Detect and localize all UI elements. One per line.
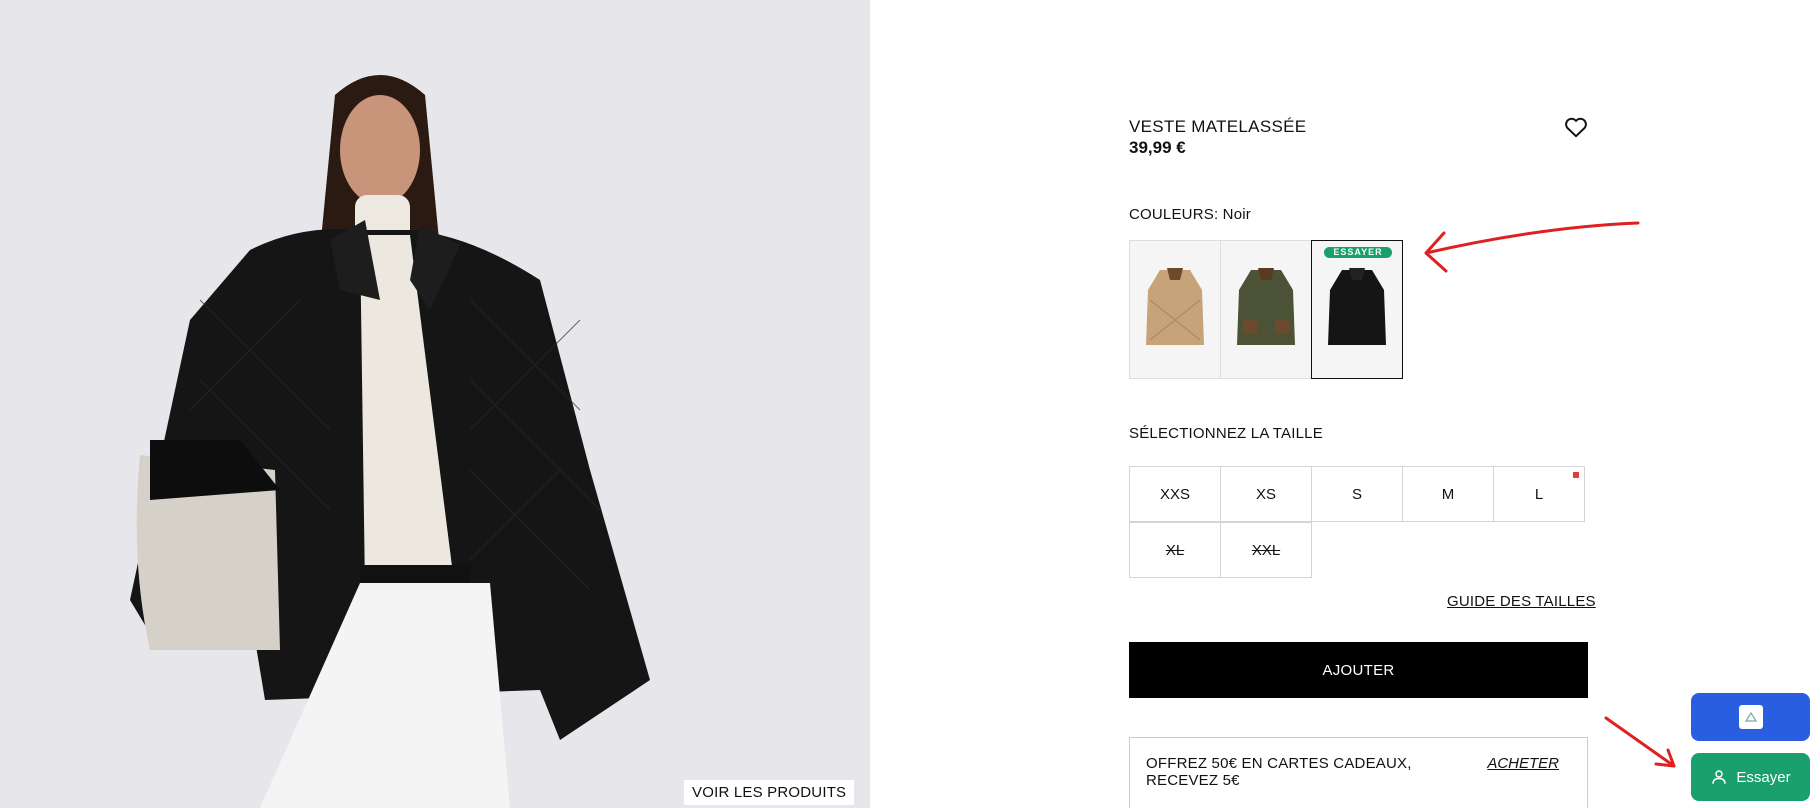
app-widget-button[interactable] [1691, 693, 1810, 741]
add-to-cart-button[interactable]: AJOUTER [1129, 642, 1588, 698]
try-on-label: Essayer [1736, 768, 1791, 786]
jacket-noir-thumb [1328, 267, 1386, 345]
jacket-beige-thumb [1146, 267, 1204, 345]
product-page: VOIR LES PRODUITS VESTE MATELASSÉE 39,99… [0, 0, 1820, 808]
model-photo [0, 0, 870, 808]
user-icon [1712, 770, 1727, 784]
promo-buy-link[interactable]: ACHETER [1487, 755, 1559, 772]
size-xl[interactable]: XL [1129, 522, 1221, 578]
size-m[interactable]: M [1402, 466, 1494, 522]
size-label: SÉLECTIONNEZ LA TAILLE [1129, 425, 1323, 442]
colors-label: COULEURS: Noir [1129, 206, 1251, 223]
annotation-arrow-swatch [1424, 221, 1640, 273]
size-xxs[interactable]: XXS [1129, 466, 1221, 522]
swatch-beige[interactable] [1129, 240, 1221, 379]
size-xxl[interactable]: XXL [1220, 522, 1312, 578]
low-stock-indicator [1573, 472, 1579, 478]
hero-image: VOIR LES PRODUITS [0, 0, 870, 808]
size-l[interactable]: L [1493, 466, 1585, 522]
swatch-kaki[interactable] [1220, 240, 1312, 379]
swatch-noir[interactable]: ESSAYER [1311, 240, 1403, 379]
try-badge: ESSAYER [1324, 247, 1392, 258]
size-guide-link[interactable]: GUIDE DES TAILLES [1447, 593, 1596, 610]
product-title: VESTE MATELASSÉE [1129, 117, 1307, 136]
heart-icon[interactable] [1563, 114, 1589, 140]
color-swatches: ESSAYER [1129, 240, 1403, 379]
app-logo-icon [1738, 705, 1763, 729]
jacket-kaki-thumb [1237, 267, 1295, 345]
promo-text: OFFREZ 50€ EN CARTES CADEAUX, RECEVEZ 5€ [1146, 755, 1412, 789]
annotation-arrow-widget [1604, 716, 1676, 768]
size-grid: XXS XS S M L XL XXL [1129, 466, 1588, 578]
try-on-button[interactable]: Essayer [1691, 753, 1810, 801]
size-s[interactable]: S [1311, 466, 1403, 522]
view-products-button[interactable]: VOIR LES PRODUITS [684, 780, 855, 805]
product-price: 39,99 € [1129, 138, 1186, 157]
gift-card-promo: OFFREZ 50€ EN CARTES CADEAUX, RECEVEZ 5€… [1129, 737, 1588, 808]
size-xs[interactable]: XS [1220, 466, 1312, 522]
